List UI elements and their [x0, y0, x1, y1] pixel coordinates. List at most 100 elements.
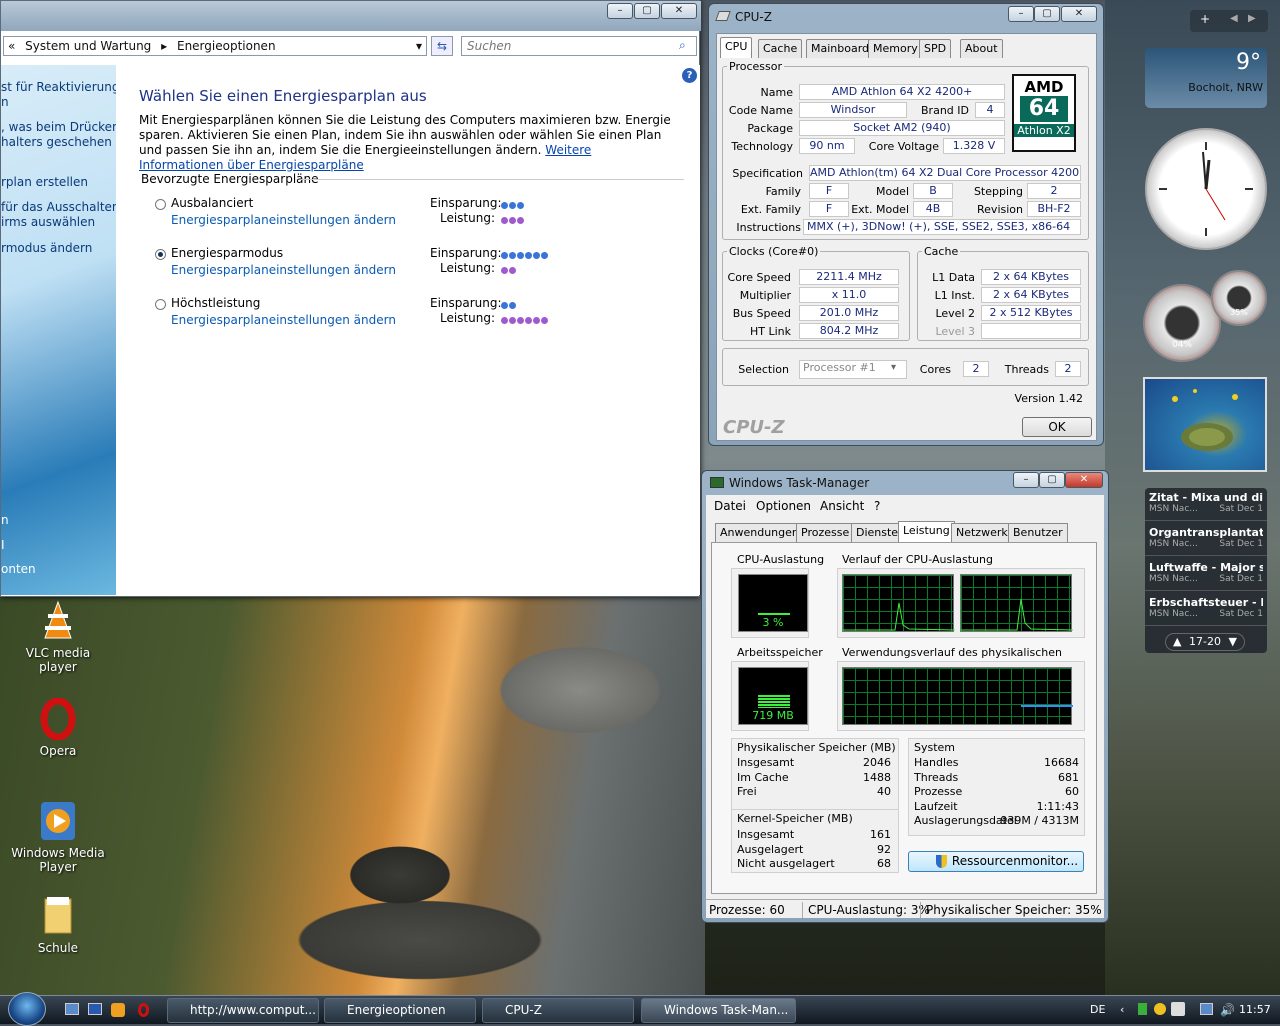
news-item[interactable]: Organtransplantatio... MSN Nac... Sat Dec… [1145, 523, 1267, 556]
quicklaunch-desktop-icon[interactable] [65, 1003, 79, 1015]
plan-name-high-performance[interactable]: Höchstleistung [171, 296, 260, 310]
plan-settings-link-high-performance[interactable]: Energiesparplaneinstellungen ändern [171, 313, 396, 327]
weather-temperature: 9° [1236, 50, 1261, 75]
sidebar-link-display-off[interactable]: für das Ausschalten irms auswählen [1, 200, 120, 230]
tab-anwendungen[interactable]: Anwendungen [715, 523, 804, 542]
language-indicator[interactable]: DE [1090, 1003, 1105, 1016]
energy-options-window: – ▢ ✕ « System und Wartung ▸ Energieopti… [0, 0, 701, 597]
desktop-icon-schule[interactable]: Schule [8, 895, 108, 955]
plan-name-balanced[interactable]: Ausbalanciert [171, 196, 253, 210]
rating-dot [509, 317, 516, 324]
plan-settings-link-power-saver[interactable]: Energiesparplaneinstellungen ändern [171, 263, 396, 277]
plan-radio-high-performance[interactable] [155, 299, 166, 310]
close-button[interactable]: ✕ [1061, 6, 1097, 22]
search-icon[interactable]: ⌕ [679, 38, 686, 53]
kernel-total-value: 161 [870, 828, 891, 841]
refresh-icon[interactable]: ⇆ [431, 36, 453, 56]
menu-optionen[interactable]: Optionen [756, 499, 811, 513]
quicklaunch-switch-icon[interactable] [88, 1003, 102, 1015]
plan-settings-link-balanced[interactable]: Energiesparplaneinstellungen ändern [171, 213, 396, 227]
sidebar-link-seealso3[interactable]: onten [1, 562, 36, 577]
back-chevron-icon[interactable]: « [8, 39, 15, 53]
news-item[interactable]: Erbschaftsteuer - Ref... MSN Nac... Sat D… [1145, 593, 1267, 626]
tab-memory[interactable]: Memory [868, 39, 923, 58]
news-up-icon[interactable]: ▲ [1173, 635, 1181, 648]
maximize-button[interactable]: ▢ [634, 3, 660, 19]
tab-prozesse[interactable]: Prozesse [796, 523, 855, 542]
menu-ansicht[interactable]: Ansicht [820, 499, 864, 513]
ok-button[interactable]: OK [1022, 417, 1092, 437]
news-item[interactable]: Luftwaffe - Major sol... MSN Nac... Sat D… [1145, 558, 1267, 591]
clock[interactable]: 11:57 [1239, 1003, 1271, 1016]
tray-icon[interactable] [1138, 1003, 1147, 1015]
tab-cpu[interactable]: CPU [720, 37, 753, 58]
tab-cache[interactable]: Cache [758, 39, 803, 58]
sidebar-link-seealso2[interactable]: I [1, 538, 5, 553]
tab-benutzer[interactable]: Benutzer [1008, 523, 1068, 542]
dropdown-arrow-icon[interactable]: ▾ [416, 37, 422, 55]
busspeed-label: Bus Speed [732, 307, 791, 320]
voltage-value: 1.328 V [943, 138, 1005, 154]
clock-gadget[interactable] [1145, 128, 1267, 250]
tab-netzwerk[interactable]: Netzwerk [951, 523, 1013, 542]
tab-about[interactable]: About [960, 39, 1003, 58]
tray-expand-icon[interactable]: ‹ [1120, 1003, 1124, 1016]
tab-leistung[interactable]: Leistung [898, 521, 955, 543]
news-down-icon[interactable]: ▼ [1228, 635, 1236, 648]
spec-value: AMD Athlon(tm) 64 X2 Dual Core Processor… [809, 165, 1081, 181]
tray-icon[interactable] [1154, 1003, 1166, 1015]
plan-radio-power-saver[interactable] [155, 249, 166, 260]
slideshow-gadget[interactable] [1143, 377, 1267, 472]
plan-name-power-saver[interactable]: Energiesparmodus [171, 246, 283, 260]
clock-face-icon [1159, 142, 1253, 236]
taskbar-button-taskmgr[interactable]: Windows Task-Man... [641, 998, 796, 1023]
rating-dot [533, 252, 540, 259]
resource-monitor-button[interactable]: Ressourcenmonitor... [908, 851, 1084, 872]
tab-mainboard[interactable]: Mainboard [806, 39, 875, 58]
extmodel-label: Ext. Model [851, 203, 909, 216]
close-button[interactable]: ✕ [1065, 472, 1103, 488]
quicklaunch-media-icon[interactable] [111, 1003, 125, 1017]
maximize-button[interactable]: ▢ [1034, 6, 1060, 22]
tab-spd[interactable]: SPD [919, 39, 952, 58]
breadcrumb-system[interactable]: System und Wartung [25, 39, 151, 53]
taskbar-button-browser[interactable]: http://www.comput... [167, 998, 319, 1023]
minimize-button[interactable]: – [1008, 6, 1034, 22]
quicklaunch-opera-icon[interactable] [138, 1003, 149, 1017]
menu-datei[interactable]: Datei [714, 499, 746, 513]
weather-gadget[interactable]: 9° Bocholt, NRW [1145, 48, 1267, 108]
menu-help[interactable]: ? [874, 499, 880, 513]
next-icon[interactable]: ▶ [1248, 13, 1256, 24]
breadcrumb[interactable]: « System und Wartung ▸ Energieoptionen ▾ [3, 36, 427, 56]
previous-icon[interactable]: ◀ [1230, 13, 1238, 24]
dropdown-arrow-icon[interactable]: ▾ [891, 362, 896, 373]
cpu-meter-gadget[interactable]: 04% 35% [1143, 270, 1268, 362]
breadcrumb-energy[interactable]: Energieoptionen [177, 39, 276, 53]
window-titlebar[interactable]: – ▢ ✕ [1, 1, 701, 31]
taskbar-button-energy[interactable]: Energieoptionen [324, 998, 476, 1023]
tab-dienste[interactable]: Dienste [851, 523, 904, 542]
start-button-icon[interactable] [8, 992, 46, 1026]
minimize-button[interactable]: – [607, 3, 633, 19]
sidebar-link-wake[interactable]: st für Reaktivierung n [1, 80, 119, 110]
extfamily-label: Ext. Family [740, 203, 801, 216]
search-input[interactable]: Suchen [461, 36, 697, 56]
minimize-button[interactable]: – [1013, 472, 1039, 488]
sidebar-link-create-plan[interactable]: rplan erstellen [1, 175, 88, 190]
tray-icon[interactable] [1171, 1002, 1185, 1016]
network-icon[interactable] [1200, 1003, 1213, 1015]
plan-radio-balanced[interactable] [155, 199, 166, 210]
desktop-icon-opera[interactable]: Opera [8, 697, 108, 758]
sidebar-link-seealso1[interactable]: n [1, 513, 9, 528]
sidebar-link-sleep[interactable]: rmodus ändern [1, 241, 92, 256]
help-icon[interactable]: ? [682, 68, 697, 83]
sidebar-link-power-button[interactable]: , was beim Drücken halters geschehen [1, 120, 120, 150]
desktop-icon-vlc[interactable]: VLC media player [8, 600, 108, 674]
desktop-icon-wmp[interactable]: Windows Media Player [8, 800, 108, 874]
volume-icon[interactable]: 🔊 [1220, 1003, 1235, 1017]
add-gadget-icon[interactable]: + [1200, 12, 1210, 26]
close-button[interactable]: ✕ [661, 3, 697, 19]
news-item[interactable]: Zitat - Mixa und die ... MSN Nac... Sat D… [1145, 488, 1267, 521]
maximize-button[interactable]: ▢ [1039, 472, 1065, 488]
taskbar-button-cpuz[interactable]: CPU-Z [482, 998, 634, 1023]
